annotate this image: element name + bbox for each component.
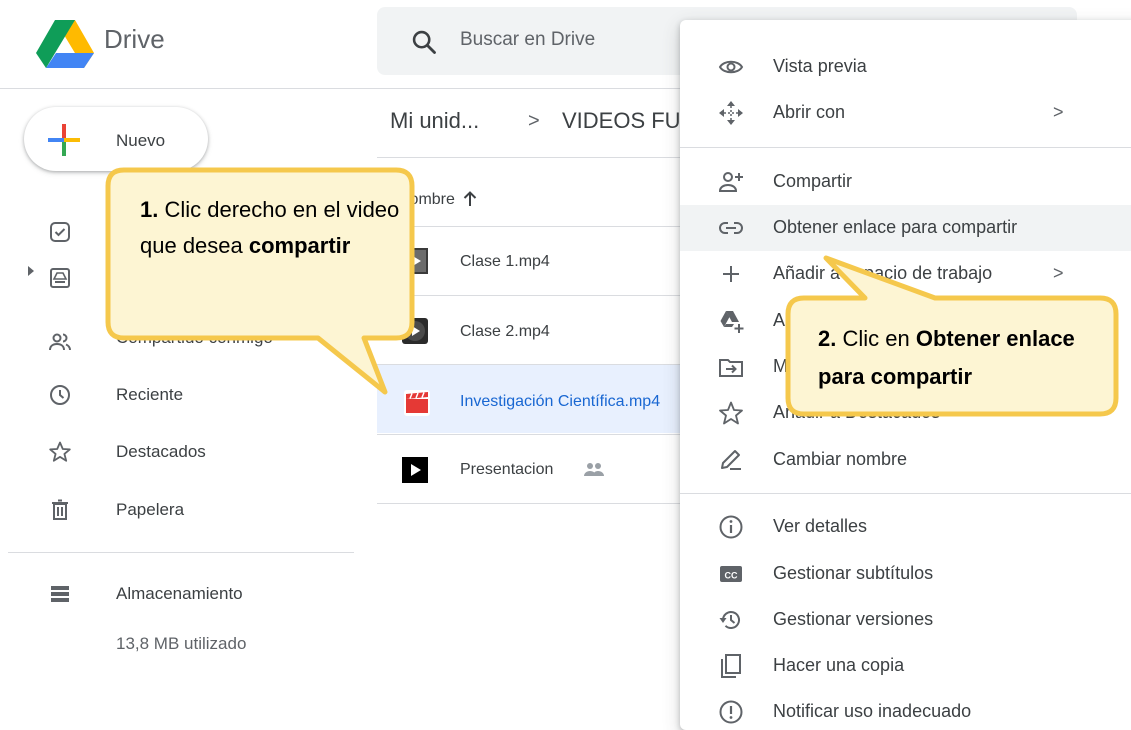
expand-arrow-icon[interactable] [28, 266, 34, 276]
link-icon [719, 222, 743, 234]
svg-text:CC: CC [725, 571, 738, 581]
submenu-chevron-icon: > [1053, 263, 1064, 283]
menu-item-preview[interactable]: Vista previa [773, 56, 867, 77]
plus-icon [723, 266, 739, 282]
video-clapper-icon [404, 390, 430, 416]
breadcrumb-current[interactable]: VIDEOS FU [562, 108, 680, 134]
video-file-icon [402, 248, 428, 274]
menu-item-add-workspace[interactable]: Añadir a espacio de trabajo [773, 263, 992, 284]
pencil-icon [721, 450, 741, 470]
storage-used: 13,8 MB utilizado [116, 634, 247, 653]
trash-icon[interactable] [48, 498, 72, 522]
menu-divider [680, 493, 1131, 494]
storage-icon [51, 586, 69, 602]
breadcrumb-root[interactable]: Mi unid... [390, 108, 479, 134]
eye-icon [718, 60, 744, 74]
menu-item-subtitles[interactable]: Gestionar subtítulos [773, 563, 933, 584]
search-input[interactable] [460, 24, 660, 56]
my-drive-icon[interactable] [48, 266, 72, 290]
menu-item-add-starred[interactable]: Añadir a Destacados [773, 402, 940, 423]
clock-icon[interactable] [48, 383, 72, 407]
video-file-icon [402, 457, 428, 483]
check-circle-icon[interactable] [48, 220, 72, 244]
file-name[interactable]: Investigación Científica.mp4 [460, 393, 678, 411]
menu-item-get-link[interactable]: Obtener enlace para compartir [773, 217, 1017, 238]
google-drive-logo-icon[interactable] [36, 20, 94, 68]
list-divider [377, 503, 680, 504]
sidebar-item-starred[interactable]: Destacados [116, 442, 206, 462]
shared-people-icon [584, 463, 604, 476]
person-add-icon [718, 172, 743, 192]
menu-item-open-with[interactable]: Abrir con [773, 102, 845, 123]
new-button-label: Nuevo [116, 131, 166, 150]
submenu-chevron-icon: > [1053, 102, 1064, 122]
menu-item-rename[interactable]: Cambiar nombre [773, 449, 907, 470]
sidebar-item-shared[interactable]: Compartido conmigo [116, 328, 286, 348]
plus-icon [48, 124, 80, 156]
callout-step-2: 2. Clic en Obtener enlace para compartir [818, 326, 1075, 389]
menu-item-share[interactable]: Compartir [773, 171, 852, 192]
info-icon [719, 515, 743, 539]
sidebar-item-recent[interactable]: Reciente [116, 385, 183, 405]
report-icon [719, 700, 743, 724]
menu-divider [680, 147, 1131, 148]
menu-item-report-abuse[interactable]: Notificar uso inadecuado [773, 701, 971, 722]
file-name[interactable]: Presentacion [460, 461, 580, 479]
history-icon [719, 611, 740, 629]
file-name[interactable]: Clase 2.mp4 [460, 323, 675, 341]
drive-brand[interactable]: Drive [104, 24, 165, 55]
file-name[interactable]: Clase 1.mp4 [460, 253, 675, 271]
sidebar-item-trash[interactable]: Papelera [116, 500, 184, 520]
callout-step-1: 1. Clic derecho en el video que desea co… [140, 197, 400, 258]
people-icon[interactable] [48, 330, 72, 354]
cc-icon: CC [720, 566, 742, 582]
star-icon [719, 401, 743, 425]
menu-item-details[interactable]: Ver detalles [773, 516, 867, 537]
menu-item-make-copy[interactable]: Hacer una copia [773, 655, 904, 676]
video-file-icon [402, 318, 428, 344]
header-divider [0, 88, 680, 89]
search-icon[interactable] [410, 28, 438, 56]
list-divider [377, 157, 680, 158]
sidebar-divider [8, 552, 354, 553]
menu-item-versions[interactable]: Gestionar versiones [773, 609, 933, 630]
sort-arrow-up-icon[interactable] [460, 189, 480, 209]
folder-move-icon [719, 359, 743, 377]
move-arrows-icon [719, 101, 743, 125]
star-icon[interactable] [48, 440, 72, 464]
copy-icon [721, 654, 741, 678]
storage-label[interactable]: Almacenamiento [116, 584, 243, 604]
breadcrumb-separator: > [528, 110, 540, 132]
column-header-name[interactable]: Nombre [398, 191, 455, 209]
drive-add-icon [720, 311, 744, 333]
